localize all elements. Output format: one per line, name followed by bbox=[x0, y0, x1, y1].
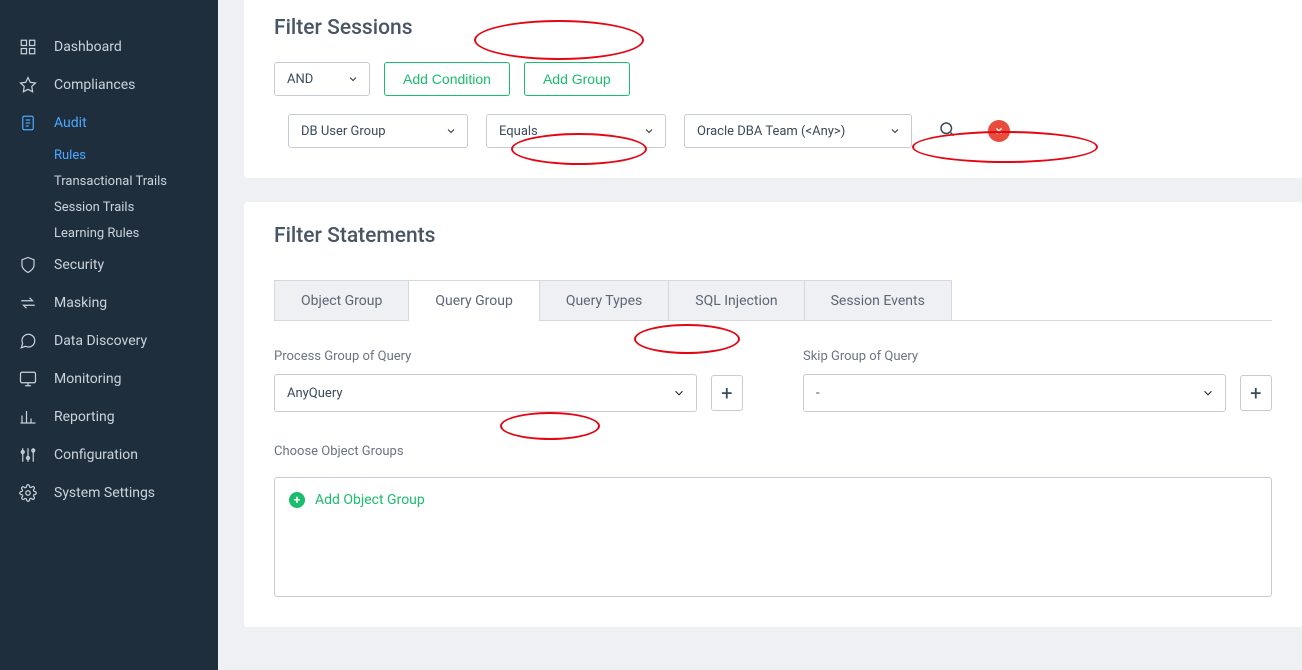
sidebar-item-label: Security bbox=[54, 257, 104, 273]
sliders-icon bbox=[18, 445, 38, 465]
monitor-icon bbox=[18, 369, 38, 389]
tab-sql-injection[interactable]: SQL Injection bbox=[668, 280, 804, 320]
grid-icon bbox=[18, 37, 38, 57]
sidebar-sub-label: Transactional Trails bbox=[54, 174, 167, 189]
sidebar-item-label: Compliances bbox=[54, 77, 135, 93]
close-icon bbox=[988, 120, 1010, 142]
sidebar-item-dashboard[interactable]: Dashboard bbox=[0, 28, 218, 66]
tab-object-group[interactable]: Object Group bbox=[274, 280, 409, 320]
condition-row: DB User Group Equals Oracle DBA Team (<A… bbox=[288, 114, 1272, 148]
sidebar-item-security[interactable]: Security bbox=[0, 246, 218, 284]
sidebar-item-label: Configuration bbox=[54, 447, 138, 463]
sidebar-item-system-settings[interactable]: System Settings bbox=[0, 474, 218, 512]
sidebar-item-label: Masking bbox=[54, 295, 107, 311]
skip-group-select[interactable]: - bbox=[803, 374, 1226, 412]
object-groups-box: + Add Object Group bbox=[274, 477, 1272, 597]
add-skip-group-button[interactable]: + bbox=[1240, 375, 1272, 411]
sidebar-sub-learning-rules[interactable]: Learning Rules bbox=[0, 220, 218, 246]
condition-field-select[interactable]: DB User Group bbox=[288, 114, 468, 148]
process-group-col: Process Group of Query AnyQuery + bbox=[274, 349, 743, 412]
condition-field-value: DB User Group bbox=[301, 124, 386, 139]
section-title-filter-statements: Filter Statements bbox=[274, 224, 435, 248]
process-group-value: AnyQuery bbox=[287, 386, 343, 401]
plus-icon: + bbox=[1250, 381, 1261, 405]
tab-label: Object Group bbox=[301, 293, 382, 309]
search-button[interactable] bbox=[930, 114, 964, 148]
chevron-down-icon bbox=[1201, 386, 1215, 400]
sidebar-item-label: Dashboard bbox=[54, 39, 122, 55]
tab-label: Session Events bbox=[831, 293, 925, 309]
star-icon bbox=[18, 75, 38, 95]
delete-condition-button[interactable] bbox=[982, 114, 1016, 148]
condition-value-select[interactable]: Oracle DBA Team (<Any>) bbox=[684, 114, 912, 148]
gear-icon bbox=[18, 483, 38, 503]
choose-object-groups-label: Choose Object Groups bbox=[274, 444, 1272, 459]
condition-value-text: Oracle DBA Team (<Any>) bbox=[697, 124, 845, 139]
panel-filter-sessions: Filter Sessions AND Add Condition Add Gr… bbox=[244, 0, 1302, 178]
plus-icon: + bbox=[721, 381, 732, 405]
sidebar-item-data-discovery[interactable]: Data Discovery bbox=[0, 322, 218, 360]
sidebar-item-reporting[interactable]: Reporting bbox=[0, 398, 218, 436]
sidebar-item-label: Audit bbox=[54, 115, 87, 131]
tab-query-types[interactable]: Query Types bbox=[539, 280, 669, 320]
condition-operator-value: Equals bbox=[499, 124, 538, 139]
sidebar-item-label: System Settings bbox=[54, 485, 155, 501]
chat-icon bbox=[18, 331, 38, 351]
logic-select-value: AND bbox=[287, 72, 313, 87]
sidebar-item-configuration[interactable]: Configuration bbox=[0, 436, 218, 474]
logic-select[interactable]: AND bbox=[274, 62, 370, 96]
sidebar-item-audit[interactable]: Audit bbox=[0, 104, 218, 142]
plus-circle-icon: + bbox=[289, 492, 305, 508]
section-title-filter-sessions: Filter Sessions bbox=[274, 16, 413, 40]
process-group-label: Process Group of Query bbox=[274, 349, 743, 364]
add-object-group-link[interactable]: + Add Object Group bbox=[289, 492, 425, 508]
sidebar: Dashboard Compliances Audit Rules Transa… bbox=[0, 0, 218, 670]
tab-query-group[interactable]: Query Group bbox=[408, 280, 539, 320]
process-group-select[interactable]: AnyQuery bbox=[274, 374, 697, 412]
sidebar-item-label: Monitoring bbox=[54, 371, 122, 387]
tab-label: Query Types bbox=[566, 293, 642, 309]
sidebar-item-masking[interactable]: Masking bbox=[0, 284, 218, 322]
condition-operator-select[interactable]: Equals bbox=[486, 114, 666, 148]
bar-chart-icon bbox=[18, 407, 38, 427]
sidebar-sub-label: Session Trails bbox=[54, 200, 134, 215]
panel-filter-statements: Filter Statements Object Group Query Gro… bbox=[244, 202, 1302, 627]
chevron-down-icon bbox=[643, 125, 655, 137]
choose-object-groups-section: Choose Object Groups + Add Object Group bbox=[274, 444, 1272, 597]
search-icon bbox=[938, 120, 956, 142]
clipboard-icon bbox=[18, 113, 38, 133]
skip-group-col: Skip Group of Query - + bbox=[803, 349, 1272, 412]
chevron-down-icon bbox=[889, 125, 901, 137]
sidebar-sub-session-trails[interactable]: Session Trails bbox=[0, 194, 218, 220]
shield-icon bbox=[18, 255, 38, 275]
sidebar-sub-rules[interactable]: Rules bbox=[0, 142, 218, 168]
add-condition-label: Add Condition bbox=[403, 71, 491, 87]
main-content: Filter Sessions AND Add Condition Add Gr… bbox=[218, 0, 1302, 670]
add-object-group-label: Add Object Group bbox=[315, 492, 425, 508]
add-group-button[interactable]: Add Group bbox=[524, 62, 630, 96]
add-condition-button[interactable]: Add Condition bbox=[384, 62, 510, 96]
sidebar-item-monitoring[interactable]: Monitoring bbox=[0, 360, 218, 398]
tab-session-events[interactable]: Session Events bbox=[804, 280, 952, 320]
chevron-down-icon bbox=[445, 125, 457, 137]
tab-label: SQL Injection bbox=[695, 293, 777, 309]
add-process-group-button[interactable]: + bbox=[711, 375, 743, 411]
tabs: Object Group Query Group Query Types SQL… bbox=[274, 280, 1272, 321]
skip-group-label: Skip Group of Query bbox=[803, 349, 1272, 364]
swap-icon bbox=[18, 293, 38, 313]
tab-label: Query Group bbox=[435, 293, 512, 309]
sidebar-sub-transactional-trails[interactable]: Transactional Trails bbox=[0, 168, 218, 194]
sidebar-sub-label: Rules bbox=[54, 148, 86, 163]
chevron-down-icon bbox=[347, 73, 359, 85]
sidebar-sub-label: Learning Rules bbox=[54, 226, 139, 241]
sidebar-item-compliances[interactable]: Compliances bbox=[0, 66, 218, 104]
add-group-label: Add Group bbox=[543, 71, 611, 87]
sidebar-item-label: Data Discovery bbox=[54, 333, 147, 349]
chevron-down-icon bbox=[672, 386, 686, 400]
sidebar-item-label: Reporting bbox=[54, 409, 115, 425]
skip-group-value: - bbox=[816, 386, 820, 401]
